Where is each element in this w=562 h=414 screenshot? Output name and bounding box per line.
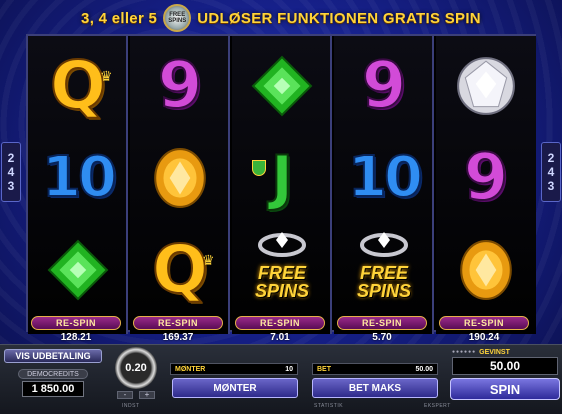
- spins-label: SPINS: [254, 281, 310, 301]
- reel-win-value: 5.70: [372, 332, 392, 343]
- reel-win-value: 169.37: [162, 332, 194, 343]
- logo-text: FREE SPINS: [168, 12, 187, 24]
- bet-label: BET: [317, 365, 331, 373]
- reel-3: J FREE SPINS: [232, 36, 332, 334]
- ways-digit: 2: [7, 151, 15, 165]
- dots-icon: ●●●●●●: [452, 349, 477, 355]
- coins-button[interactable]: MØNTER: [172, 378, 298, 398]
- reel-win-value: 128.21: [60, 332, 92, 343]
- spins-label: SPINS: [356, 281, 412, 301]
- bet-value: 50.00: [415, 365, 433, 373]
- ways-digit: 2: [547, 151, 555, 165]
- shield-icon: [252, 160, 266, 176]
- statistik-label[interactable]: STATISTIK: [314, 403, 343, 409]
- free-spins-label: FREE SPINS: [342, 264, 426, 300]
- coin-increase-button[interactable]: +: [139, 391, 155, 399]
- symbol-q-label: Q: [151, 231, 209, 308]
- slot-game: 3, 4 eller 5 FREE SPINS UDLØSER FUNKTION…: [0, 0, 562, 414]
- coins-panel: MØNTER 10: [170, 363, 298, 375]
- win-label: GEVINST: [479, 348, 510, 356]
- reel-1: Q ♛ 10: [28, 36, 128, 334]
- free-label: FREE: [359, 263, 408, 283]
- ways-marker-right: 2 4 3: [541, 142, 561, 202]
- free-spins-logo-icon: FREE SPINS: [163, 4, 192, 32]
- show-paytable-button[interactable]: VIS UDBETALING: [4, 349, 102, 363]
- coins-value: 10: [285, 365, 293, 373]
- coin-size-icon[interactable]: 0.20: [115, 347, 157, 389]
- respin-button-reel-3[interactable]: RE-SPIN: [235, 316, 325, 330]
- ekspert-label[interactable]: EKSPERT: [424, 403, 451, 409]
- emerald-gem-icon: [47, 239, 109, 301]
- emerald-gem-icon: [251, 55, 313, 117]
- coin-size-value: 0.20: [125, 362, 147, 374]
- symbol-emerald: [28, 224, 128, 316]
- header-suffix: UDLØSER FUNKTIONEN GRATIS SPIN: [197, 9, 481, 27]
- symbol-q: Q ♛: [130, 224, 230, 316]
- symbol-emerald: [232, 40, 332, 132]
- bet-panel: BET 50.00: [312, 363, 438, 375]
- symbol-free-spins: FREE SPINS: [334, 224, 434, 316]
- respin-button-reel-5[interactable]: RE-SPIN: [439, 316, 529, 330]
- symbol-q: Q ♛: [28, 40, 128, 132]
- symbol-10-label: 10: [347, 145, 424, 210]
- reel-win-value: 190.24: [468, 332, 500, 343]
- free-spins-label: FREE SPINS: [240, 264, 324, 300]
- crown-icon: ♛: [100, 68, 113, 84]
- credit-value: 1 850.00: [22, 381, 84, 397]
- coin-decrease-button[interactable]: -: [117, 391, 133, 399]
- credit-label: DEMOCREDITS: [18, 369, 88, 379]
- topaz-gem-icon: [460, 240, 512, 300]
- ways-digit: 4: [547, 165, 555, 179]
- symbol-9: 9: [334, 40, 434, 132]
- bet-max-button[interactable]: BET MAKS: [312, 378, 438, 398]
- diamond-gem-icon: [457, 57, 515, 115]
- symbol-9-label: 9: [157, 49, 204, 123]
- ring-icon: [360, 232, 408, 257]
- reel-5: 9: [436, 36, 536, 334]
- symbol-9-label: 9: [463, 141, 510, 215]
- symbol-diamond: [436, 40, 536, 132]
- symbol-q-label: Q: [49, 47, 107, 124]
- ways-digit: 3: [547, 179, 555, 193]
- free-label: FREE: [257, 263, 306, 283]
- topaz-gem-icon: [154, 148, 206, 208]
- symbol-9-label: 9: [361, 49, 408, 123]
- respin-button-reel-1[interactable]: RE-SPIN: [31, 316, 121, 330]
- ways-digit: 4: [7, 165, 15, 179]
- symbol-10: 10: [334, 132, 434, 224]
- ways-marker-left: 2 4 3: [1, 142, 21, 202]
- spin-button[interactable]: SPIN: [450, 378, 560, 400]
- crown-icon: ♛: [202, 252, 215, 268]
- symbol-topaz: [130, 132, 230, 224]
- symbol-free-spins: FREE SPINS: [232, 224, 332, 316]
- header-banner: 3, 4 eller 5 FREE SPINS UDLØSER FUNKTION…: [0, 0, 562, 36]
- ring-icon: [258, 232, 306, 257]
- win-value: 50.00: [452, 357, 558, 375]
- reel-2: 9 Q ♛: [130, 36, 230, 334]
- header-prefix: 3, 4 eller 5: [81, 9, 158, 27]
- ways-digit: 3: [7, 179, 15, 193]
- reel-4: 9 10 FREE SPINS: [334, 36, 434, 334]
- symbol-j-label: J: [270, 143, 294, 213]
- symbol-j: J: [232, 132, 332, 224]
- coins-label: MØNTER: [175, 365, 206, 373]
- symbol-10-label: 10: [41, 145, 118, 210]
- symbol-topaz: [436, 224, 536, 316]
- respin-button-reel-2[interactable]: RE-SPIN: [133, 316, 223, 330]
- symbol-9: 9: [130, 40, 230, 132]
- win-label-row: ●●●●●● GEVINST: [452, 347, 558, 357]
- symbol-10: 10: [28, 132, 128, 224]
- indst-label[interactable]: INDST: [122, 403, 140, 409]
- control-bar: VIS UDBETALING DEMOCREDITS 1 850.00 0.20…: [0, 344, 562, 414]
- symbol-9: 9: [436, 132, 536, 224]
- reel-win-value: 7.01: [270, 332, 290, 343]
- respin-button-reel-4[interactable]: RE-SPIN: [337, 316, 427, 330]
- reel-grid: Q ♛ 10 9 Q ♛ J FREE SPINS 9 10 FREE SPIN…: [26, 34, 536, 334]
